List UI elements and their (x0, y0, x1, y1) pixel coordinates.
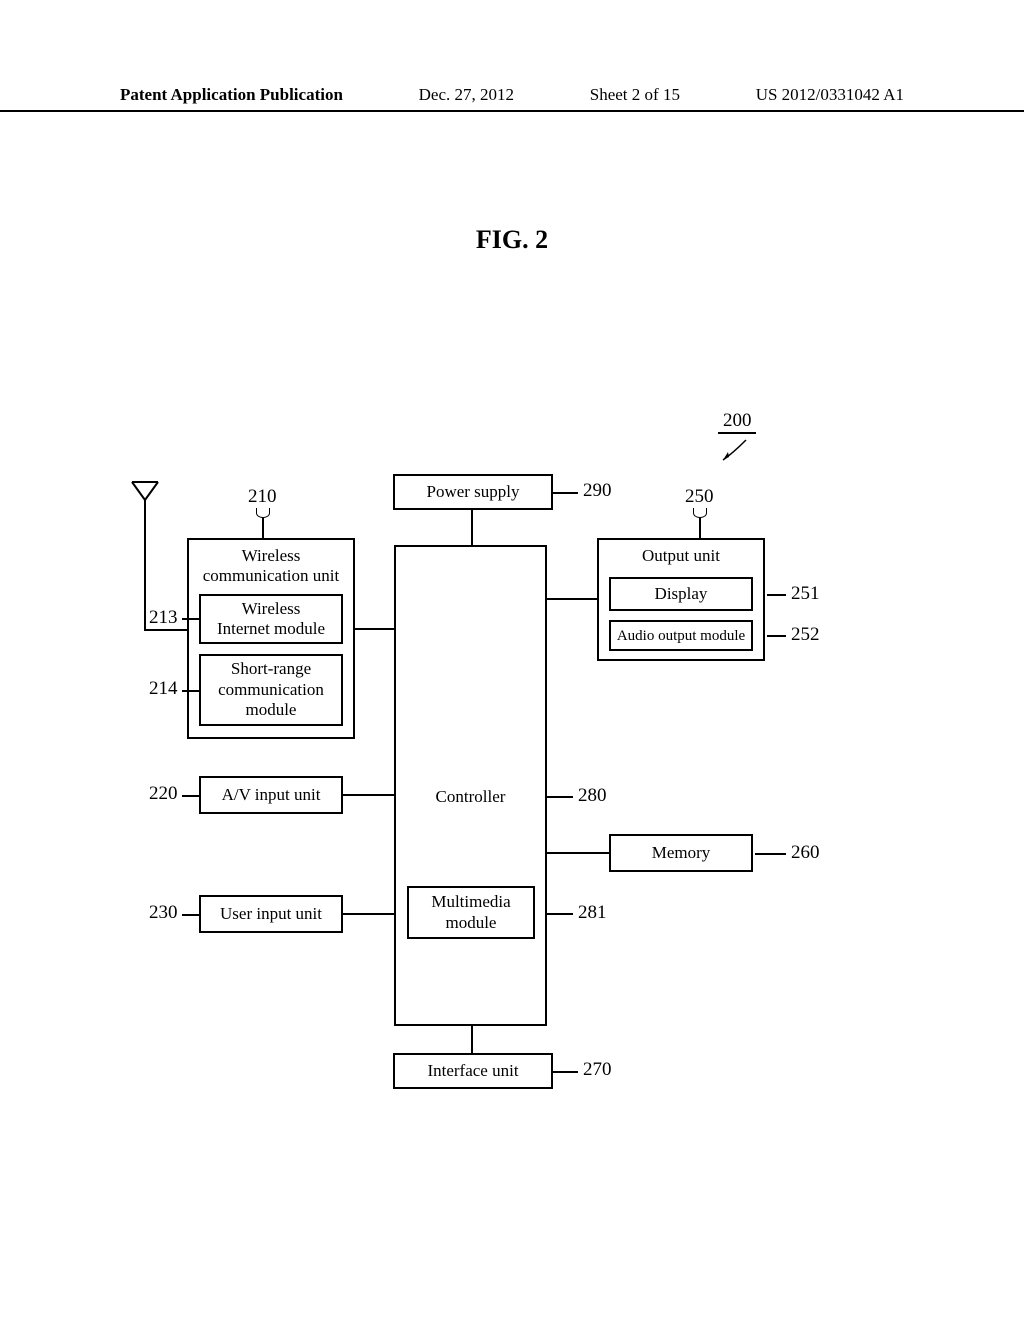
header-sheet: Sheet 2 of 15 (590, 85, 680, 105)
power-supply-label: Power supply (426, 482, 519, 502)
av-input-label: A/V input unit (222, 785, 321, 805)
ref-290: 290 (583, 480, 612, 502)
power-supply-box: Power supply (393, 474, 553, 510)
ref-270: 270 (583, 1059, 612, 1081)
ref-210-arc (256, 508, 270, 518)
ref-251: 251 (791, 583, 820, 605)
ref-220: 220 (149, 783, 178, 805)
controller-label: Controller (436, 787, 506, 807)
interface-unit-label: Interface unit (427, 1061, 518, 1081)
antenna-line-v (144, 540, 146, 629)
ref-250: 250 (685, 486, 714, 508)
ref-200-arrow (718, 438, 748, 468)
ref-280: 280 (578, 785, 607, 807)
user-controller-line (343, 913, 394, 915)
controller-box: Controller (394, 545, 547, 1026)
short-range-box: Short-rangecommunicationmodule (199, 654, 343, 726)
ref-230: 230 (149, 902, 178, 924)
ref-250-line (699, 518, 701, 538)
ref-252: 252 (791, 624, 820, 646)
av-controller-line (343, 794, 394, 796)
av-input-box: A/V input unit (199, 776, 343, 814)
interface-unit-box: Interface unit (393, 1053, 553, 1089)
ref-270-line (553, 1071, 578, 1073)
ref-210: 210 (248, 486, 277, 508)
controller-interface-line (471, 1026, 473, 1053)
ref-260-line (755, 853, 786, 855)
ref-230-line (182, 914, 199, 916)
header-date: Dec. 27, 2012 (419, 85, 514, 105)
ref-213: 213 (149, 607, 178, 629)
header-left: Patent Application Publication (120, 85, 343, 105)
antenna-line-h (144, 629, 187, 631)
user-input-box: User input unit (199, 895, 343, 933)
header-pubno: US 2012/0331042 A1 (756, 85, 904, 105)
ref-213-line (182, 618, 199, 620)
figure-title: FIG. 2 (0, 225, 1024, 255)
wireless-internet-box: WirelessInternet module (199, 594, 343, 644)
ref-251-line (767, 594, 786, 596)
ref-281: 281 (578, 902, 607, 924)
memory-controller-line (547, 852, 609, 854)
output-unit-label: Output unit (642, 546, 720, 566)
ref-200: 200 (723, 410, 752, 432)
display-box: Display (609, 577, 753, 611)
ref-214-line (182, 690, 199, 692)
wireless-controller-line (355, 628, 394, 630)
wireless-internet-label: WirelessInternet module (217, 599, 325, 640)
multimedia-label: Multimediamodule (431, 892, 510, 933)
wireless-comm-label: Wirelesscommunication unit (203, 546, 339, 587)
multimedia-box: Multimediamodule (407, 886, 535, 939)
ref-260: 260 (791, 842, 820, 864)
ref-250-arc (693, 508, 707, 518)
page-header: Patent Application Publication Dec. 27, … (0, 85, 1024, 112)
output-controller-line (547, 598, 597, 600)
ref-210-line (262, 518, 264, 538)
memory-box: Memory (609, 834, 753, 872)
power-controller-line (471, 510, 473, 545)
ref-252-line (767, 635, 786, 637)
ref-220-line (182, 795, 199, 797)
ref-200-underline (718, 432, 756, 434)
memory-label: Memory (652, 843, 711, 863)
ref-214: 214 (149, 678, 178, 700)
ref-281-line (547, 913, 573, 915)
audio-output-box: Audio output module (609, 620, 753, 651)
antenna-icon (130, 478, 160, 543)
user-input-label: User input unit (220, 904, 322, 924)
audio-output-label: Audio output module (617, 627, 745, 645)
display-label: Display (655, 584, 708, 604)
ref-290-line (553, 492, 578, 494)
short-range-label: Short-rangecommunicationmodule (218, 659, 324, 720)
ref-280-line (547, 796, 573, 798)
